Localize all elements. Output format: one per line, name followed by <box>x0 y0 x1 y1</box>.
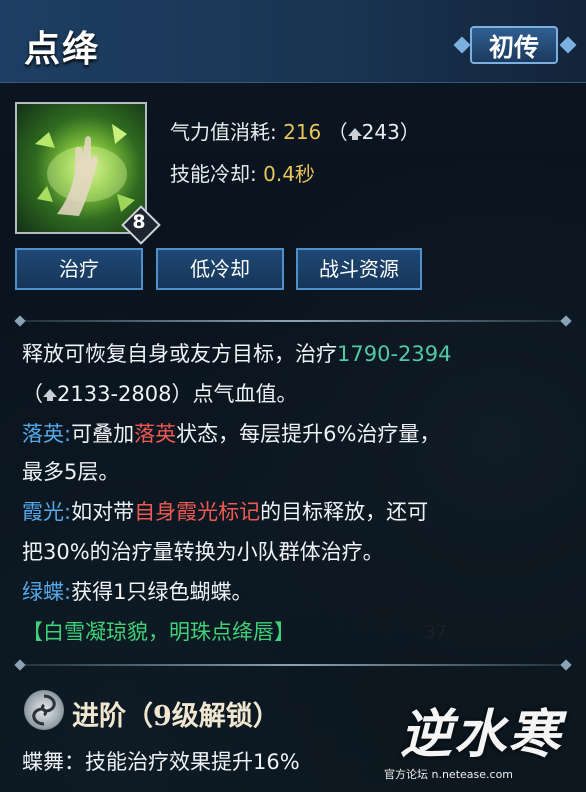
logo-brand-text: 逆水寒 <box>400 704 563 765</box>
rank-badge: 初传 <box>453 26 577 66</box>
cooldown-value: 0.4秒 <box>263 162 315 186</box>
cooldown-row: 技能冷却: 0.4秒 <box>170 158 315 187</box>
divider-ornament-right <box>560 315 572 327</box>
forum-url-text: 官方论坛 n.netease.com <box>384 768 514 781</box>
energy-cost-upgraded: 243 <box>361 120 400 144</box>
tooltip-header: 点绛 初传 <box>0 0 586 83</box>
effect-lvdie-text: 获得1只绿色蝴蝶。 <box>71 580 253 604</box>
heal-amount-value: 1790-2394 <box>337 342 452 366</box>
advance-section-title: 进阶（9级解锁） <box>72 701 280 732</box>
rank-badge-right-ornament <box>559 36 577 54</box>
description-heal-text: 释放可恢复自身或友方目标，治疗 <box>22 342 337 366</box>
energy-paren-close: ） <box>399 120 420 144</box>
effect-luoying-text: 可叠加 <box>71 422 135 446</box>
description-line-2: （ 2133-2808）点气血值。 <box>22 378 297 408</box>
effect-xiaguang-line-1: 霞光:如对带自身霞光标记的目标释放，还可 <box>22 496 428 526</box>
set-bonus-line: 【白雪凝琼貌，明珠点绛唇】 <box>22 620 295 644</box>
rank-badge-left-ornament <box>453 36 471 54</box>
effect-luoying-line-1: 落英:可叠加落英状态，每层提升6%治疗量， <box>22 418 440 448</box>
heal-amount-upgraded: 2133-2808 <box>57 382 172 406</box>
divider-ornament-right <box>560 659 572 671</box>
tag-healing: 治疗 <box>15 248 143 290</box>
advance-line-1: 蝶舞：技能治疗效果提升16% <box>22 750 300 774</box>
upgrade-arrow-stem <box>351 132 358 140</box>
effect-lvdie-line: 绿蝶:获得1只绿色蝴蝶。 <box>22 576 252 606</box>
skill-level: 8 <box>132 211 146 233</box>
heal-unit-text: ）点气血值。 <box>171 382 298 406</box>
energy-cost-row: 气力值消耗: 216 （ 243） <box>170 116 420 145</box>
effect-xiaguang-label: 霞光: <box>22 500 72 524</box>
energy-paren-open: （ <box>327 120 348 144</box>
energy-cost-value: 216 <box>283 120 322 144</box>
advance-swirl-icon <box>24 690 64 730</box>
effect-lvdie-label: 绿蝶: <box>22 580 72 604</box>
game-logo-watermark: 逆水寒 官方论坛 n.netease.com <box>380 688 580 783</box>
section-divider <box>14 315 572 327</box>
tag-low-cooldown: 低冷却 <box>156 248 284 290</box>
energy-cost-label: 气力值消耗: <box>170 120 277 144</box>
divider-ornament-left <box>14 659 26 671</box>
swirl-icon <box>32 694 56 726</box>
effect-xiaguang-text: 如对带 <box>71 500 135 524</box>
effect-xiaguang-line-2: 把30%的治疗量转换为小队群体治疗。 <box>22 540 384 564</box>
effect-luoying-line-2: 最多5层。 <box>22 460 120 484</box>
heal-paren-open: （ <box>22 382 43 406</box>
skill-tooltip: 点绛 初传 8 气力值消耗: 216 （ 243） 技能冷却: 0.4秒 治疗 低… <box>0 0 586 792</box>
skill-level-badge: 8 <box>121 205 161 245</box>
upgrade-arrow-stem <box>47 393 53 401</box>
effect-xiaguang-text-2: 的目标释放，还可 <box>260 500 429 524</box>
description-line-1: 释放可恢复自身或友方目标，治疗1790-2394 <box>22 338 451 368</box>
effect-luoying-text-2: 状态，每层提升6%治疗量， <box>176 422 441 446</box>
skill-name: 点绛 <box>24 28 101 70</box>
effect-luoying-keyword: 落英 <box>134 422 177 446</box>
section-divider <box>14 659 572 671</box>
rank-label: 初传 <box>488 33 539 62</box>
tag-combat-resource: 战斗资源 <box>296 248 422 290</box>
effect-xiaguang-keyword: 自身霞光标记 <box>134 500 261 524</box>
divider-ornament-left <box>14 315 26 327</box>
cooldown-label: 技能冷却: <box>170 162 257 186</box>
effect-luoying-label: 落英: <box>22 422 72 446</box>
